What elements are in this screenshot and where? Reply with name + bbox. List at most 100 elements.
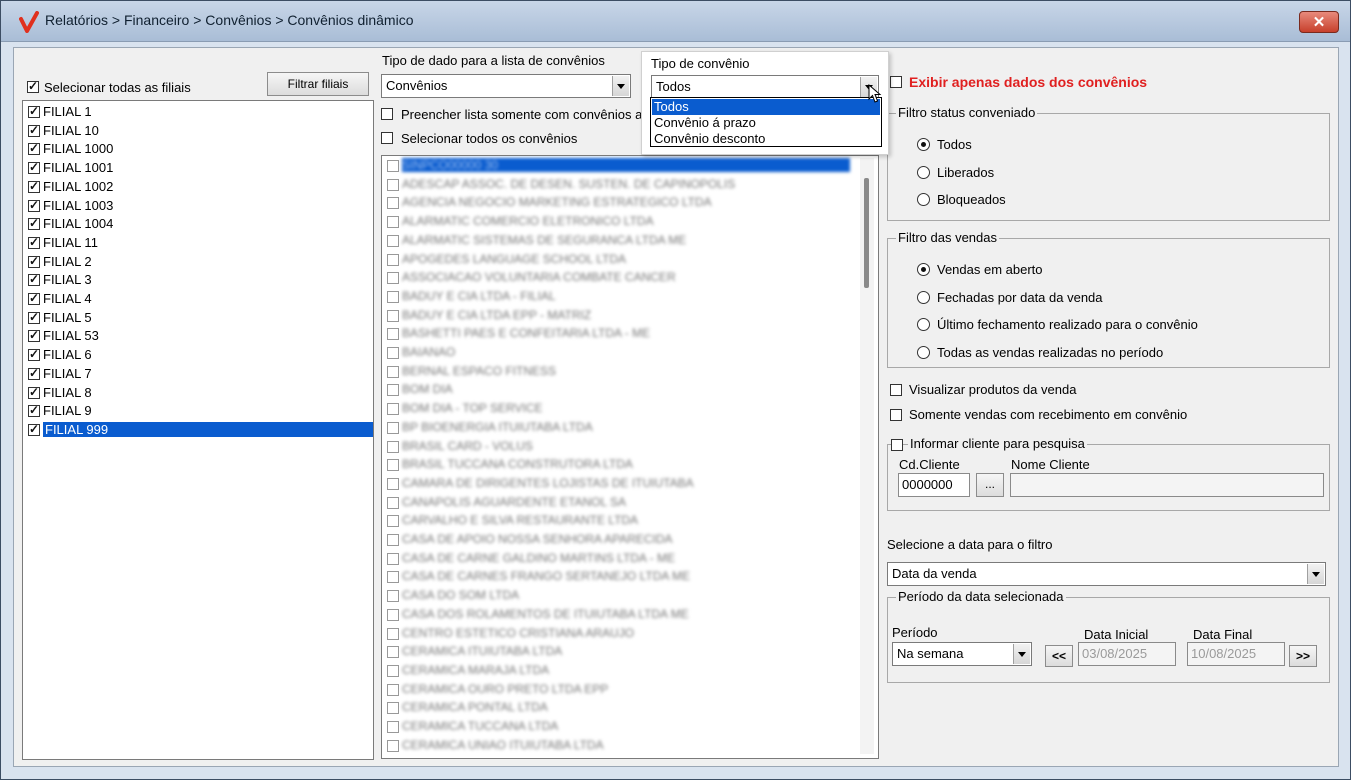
convenio-item[interactable]: CERAMICA UNIAO ITUIUTABA LTDA xyxy=(384,737,854,756)
filial-checkbox[interactable] xyxy=(28,366,40,380)
convenio-checkbox[interactable] xyxy=(387,384,399,397)
convenio-checkbox[interactable] xyxy=(387,664,399,677)
filial-checkbox[interactable] xyxy=(28,160,40,175)
visualizar-produtos-checkbox[interactable] xyxy=(890,384,902,396)
convenio-checkbox[interactable] xyxy=(387,290,399,303)
filial-checkbox[interactable] xyxy=(28,216,40,231)
convenio-checkbox[interactable] xyxy=(387,515,399,528)
status-radio[interactable] xyxy=(917,138,930,151)
convenio-checkbox[interactable] xyxy=(387,552,399,565)
convenio-checkbox[interactable] xyxy=(387,234,399,247)
convenio-item[interactable]: ADESCAP ASSOC. DE DESEN. SUSTEN. DE CAPI… xyxy=(384,176,854,195)
convenio-item[interactable]: CERAMICA ITUIUTABA LTDA xyxy=(384,643,854,662)
periodo-next-button[interactable]: >> xyxy=(1289,645,1317,667)
convenio-checkbox[interactable] xyxy=(387,253,399,266)
convenio-item[interactable]: APOGEDES LANGUAGE SCHOOL LTDA xyxy=(384,251,854,270)
convenio-item[interactable]: CERAMICA MARAJA LTDA xyxy=(384,662,854,681)
convenio-checkbox[interactable] xyxy=(387,721,399,733)
convenio-item[interactable]: BOM DIA - TOP SERVICE xyxy=(384,400,854,419)
convenio-item[interactable]: CAMARA DE DIRIGENTES LOJISTAS DE ITUIUTA… xyxy=(384,475,854,494)
convenio-checkbox[interactable] xyxy=(387,178,399,191)
convenio-item[interactable]: BRASIL TUCCANA CONSTRUTORA LTDA xyxy=(384,456,854,475)
filial-item[interactable]: FILIAL 2 xyxy=(25,253,373,271)
convenio-item[interactable]: BAIANAO xyxy=(384,344,854,363)
filial-item[interactable]: FILIAL 1001 xyxy=(25,159,373,177)
convenio-checkbox[interactable] xyxy=(387,440,399,453)
scrollbar-thumb[interactable] xyxy=(864,178,869,288)
selecionar-todos-convenios-checkbox[interactable] xyxy=(381,132,393,144)
convenio-checkbox[interactable] xyxy=(387,571,399,584)
convenio-item[interactable]: BADUY E CIA LTDA - FILIAL xyxy=(384,288,854,307)
tipo-convenio-select[interactable]: Todos xyxy=(651,75,879,99)
convenio-item[interactable]: CERAMICA TUCCANA LTDA xyxy=(384,718,854,737)
filial-item[interactable]: FILIAL 6 xyxy=(25,346,373,364)
convenio-checkbox[interactable] xyxy=(387,328,399,341)
filial-checkbox[interactable] xyxy=(28,179,40,193)
chevron-down-icon[interactable] xyxy=(1013,644,1030,664)
close-button[interactable]: ✕ xyxy=(1299,11,1339,33)
convenio-checkbox[interactable] xyxy=(387,608,399,621)
chevron-down-icon[interactable] xyxy=(1307,564,1324,584)
select-all-filiais-checkbox[interactable] xyxy=(27,79,39,93)
filial-checkbox[interactable] xyxy=(28,328,40,343)
tipo-convenio-option[interactable]: Convênio desconto xyxy=(652,131,880,147)
convenio-item[interactable]: ASSOCIACAO VOLUNTARIA COMBATE CANCER xyxy=(384,269,854,288)
convenio-item[interactable]: BP BIOENERGIA ITUIUTABA LTDA xyxy=(384,419,854,438)
convenio-item[interactable]: BRASIL CARD - VOLUS xyxy=(384,438,854,457)
status-radio[interactable] xyxy=(917,165,930,179)
convenio-checkbox[interactable] xyxy=(387,646,399,659)
filial-item[interactable]: FILIAL 1003 xyxy=(25,197,373,215)
convenio-checkbox[interactable] xyxy=(387,459,399,472)
convenios-list[interactable]: SINPCO00000 30 ADESCAP ASSOC. DE DESEN. S… xyxy=(381,155,879,759)
filial-item[interactable]: FILIAL 9 xyxy=(25,402,373,420)
filial-item[interactable]: FILIAL 7 xyxy=(25,365,373,383)
filial-item[interactable]: FILIAL 11 xyxy=(25,234,373,252)
convenio-item[interactable]: CASA DE CARNE GALDINO MARTINS LTDA - ME xyxy=(384,550,854,569)
filial-item[interactable]: FILIAL 8 xyxy=(25,384,373,402)
nome-cliente-input[interactable] xyxy=(1010,473,1324,497)
convenio-checkbox[interactable] xyxy=(387,403,399,416)
filial-item[interactable]: FILIAL 1002 xyxy=(25,178,373,196)
filial-item[interactable]: FILIAL 999 xyxy=(25,421,373,439)
status-radio[interactable] xyxy=(917,193,930,206)
tipo-convenio-dropdown[interactable]: Todos Convênio á prazo Convênio desconto xyxy=(650,97,882,147)
vendas-radio[interactable] xyxy=(917,345,930,359)
convenio-item[interactable]: CASA DO SOM LTDA xyxy=(384,587,854,606)
somente-vendas-checkbox[interactable] xyxy=(890,409,902,421)
convenio-checkbox[interactable] xyxy=(387,534,399,546)
convenio-item[interactable]: CENTRO ESTETICO CRISTIANA ARAUJO xyxy=(384,625,854,644)
data-final-input[interactable]: 10/08/2025 xyxy=(1187,642,1285,666)
convenio-item[interactable]: AGENCIA NEGOCIO MARKETING ESTRATEGICO LT… xyxy=(384,194,854,213)
convenio-checkbox[interactable] xyxy=(387,365,399,378)
periodo-prev-button[interactable]: << xyxy=(1045,645,1073,667)
data-inicial-input[interactable]: 03/08/2025 xyxy=(1078,642,1176,666)
convenio-item[interactable]: CASA DE CARNES FRANGO SERTANEJO LTDA ME xyxy=(384,568,854,587)
preencher-checkbox[interactable] xyxy=(381,108,393,120)
filial-item[interactable]: FILIAL 1000 xyxy=(25,140,373,158)
tipo-convenio-option[interactable]: Convênio á prazo xyxy=(652,115,880,131)
convenio-item[interactable]: BADUY E CIA LTDA EPP - MATRIZ xyxy=(384,307,854,326)
convenio-checkbox[interactable] xyxy=(387,477,399,490)
filial-checkbox[interactable] xyxy=(28,198,40,212)
filial-checkbox[interactable] xyxy=(28,141,40,156)
vendas-radio[interactable] xyxy=(917,318,930,331)
convenio-checkbox[interactable] xyxy=(387,309,399,322)
filial-item[interactable]: FILIAL 10 xyxy=(25,122,373,140)
convenio-checkbox[interactable] xyxy=(387,590,399,603)
informar-cliente-checkbox[interactable] xyxy=(891,439,903,451)
filial-checkbox[interactable] xyxy=(28,385,40,399)
filial-item[interactable]: FILIAL 1004 xyxy=(25,215,373,233)
convenio-checkbox[interactable] xyxy=(387,496,399,509)
convenio-item[interactable]: CANAPOLIS AGUARDENTE ETANOL SA xyxy=(384,494,854,513)
filial-item[interactable]: FILIAL 4 xyxy=(25,290,373,308)
filtrar-filiais-button[interactable]: Filtrar filiais xyxy=(267,72,369,96)
filial-checkbox[interactable] xyxy=(28,104,40,118)
convenio-checkbox[interactable] xyxy=(387,421,399,434)
chevron-down-icon[interactable] xyxy=(612,76,629,96)
tipo-convenio-option[interactable]: Todos xyxy=(652,99,880,115)
convenio-item[interactable]: CASA DOS ROLAMENTOS DE ITUIUTABA LTDA ME xyxy=(384,606,854,625)
convenio-checkbox[interactable] xyxy=(387,216,399,229)
filial-checkbox[interactable] xyxy=(28,123,40,137)
filial-checkbox[interactable] xyxy=(28,235,40,249)
convenios-scrollbar[interactable] xyxy=(860,158,874,754)
